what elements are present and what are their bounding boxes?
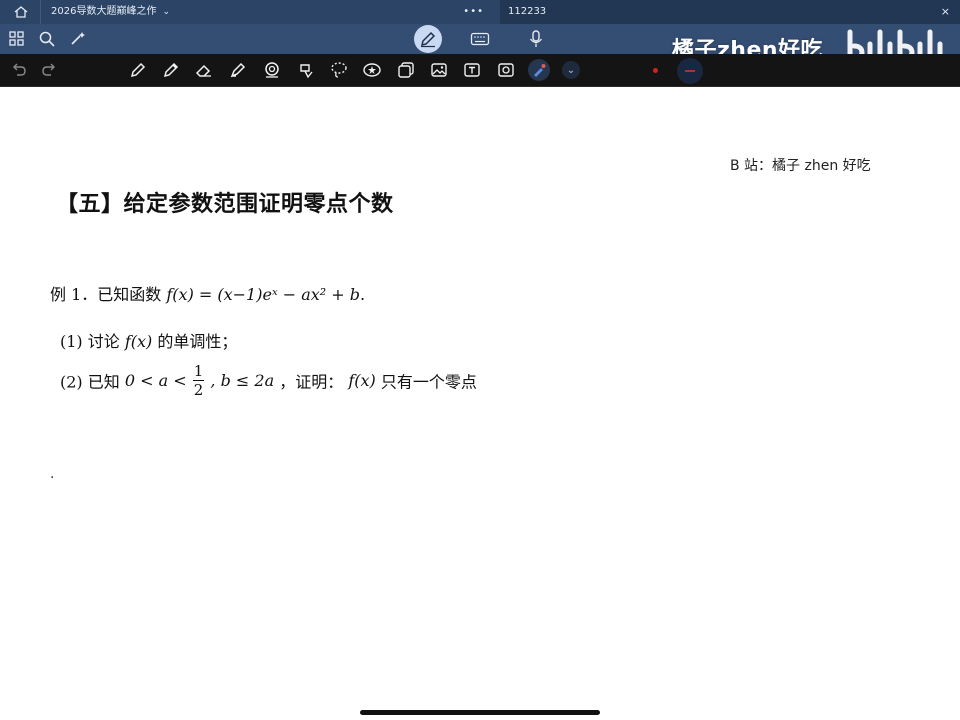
example-label: 例 1．已知函数: [50, 285, 162, 304]
example-end: .: [360, 285, 366, 304]
highlighter-icon[interactable]: [228, 60, 248, 80]
fraction-numerator: 1: [192, 362, 205, 381]
text-icon[interactable]: [462, 60, 482, 80]
eraser-icon[interactable]: [194, 60, 214, 80]
undo-icon[interactable]: [10, 61, 28, 79]
question-part-2: (2) 已知 0 < a < 1 2 , b ≤ 2a ，证明： f(x) 只有…: [60, 362, 477, 399]
tool-options-button[interactable]: ⌄: [562, 61, 580, 79]
laser-pointer-button[interactable]: [528, 59, 550, 81]
red-color-swatch[interactable]: [653, 68, 658, 73]
lasso-icon[interactable]: [296, 60, 316, 80]
tab-more-icon[interactable]: •••: [463, 0, 484, 24]
pen-icon: [420, 31, 436, 48]
tab-title: 112233: [508, 6, 547, 17]
author-credit: B 站：橘子 zhen 好吃: [730, 158, 871, 174]
stray-mark: .: [50, 466, 55, 482]
pen-mode-button[interactable]: [414, 25, 442, 53]
tab-second[interactable]: 112233 ×: [500, 0, 960, 24]
microphone-icon[interactable]: [526, 29, 546, 49]
grid-icon[interactable]: [8, 30, 26, 48]
part2-fx: f(x): [348, 371, 376, 390]
lasso-select-icon[interactable]: [329, 60, 349, 80]
question-part-1: (1) 讨论 f(x) 的单调性；: [60, 328, 237, 352]
image-icon[interactable]: [429, 60, 449, 80]
active-color-swatch[interactable]: [677, 58, 703, 84]
part2-label: (2) 已知: [60, 372, 120, 392]
screenshot-icon[interactable]: [496, 60, 516, 80]
laser-pointer-icon: [534, 64, 546, 77]
close-icon[interactable]: ×: [941, 0, 950, 24]
pencil-icon[interactable]: [161, 60, 181, 80]
part2-rest: 只有一个零点: [380, 372, 477, 392]
tab-document[interactable]: 2026导数大题巅峰之作 ⌄ •••: [40, 0, 500, 24]
keyboard-icon[interactable]: [470, 31, 490, 47]
part1-rest: 的单调性；: [157, 332, 238, 351]
tab-title: 2026导数大题巅峰之作: [51, 6, 157, 17]
tab-bar: 2026导数大题巅峰之作 ⌄ ••• 112233 ×: [0, 0, 960, 24]
magic-wand-icon[interactable]: [68, 29, 88, 49]
section-heading: 【五】给定参数范围证明零点个数: [56, 192, 394, 217]
fraction-one-half: 1 2: [192, 362, 205, 399]
shape-icon[interactable]: [262, 60, 282, 80]
example-statement: 例 1．已知函数 f(x) = (x−1)eˣ − ax² + b.: [50, 281, 365, 305]
redo-icon[interactable]: [40, 61, 58, 79]
chevron-down-icon[interactable]: ⌄: [162, 0, 170, 24]
sticker-icon[interactable]: [362, 60, 382, 80]
function-formula: f(x) = (x−1)eˣ − ax² + b: [166, 285, 360, 304]
part1-label: (1) 讨论: [60, 332, 120, 351]
fraction-denominator: 2: [193, 381, 204, 399]
part1-fx: f(x): [124, 332, 153, 351]
home-icon[interactable]: [12, 4, 30, 20]
search-icon[interactable]: [38, 30, 56, 48]
part2-prove: ，证明：: [279, 372, 344, 392]
pen-tool-icon[interactable]: [128, 60, 148, 80]
chevron-down-icon: ⌄: [566, 64, 576, 76]
drawing-toolbar: ⌄: [0, 54, 960, 87]
element-icon[interactable]: [396, 60, 416, 80]
part2-cond-left: 0 < a <: [124, 371, 187, 390]
document-page: [0, 87, 960, 720]
part2-cond-right: , b ≤ 2a: [210, 371, 275, 390]
home-indicator[interactable]: [360, 710, 600, 715]
